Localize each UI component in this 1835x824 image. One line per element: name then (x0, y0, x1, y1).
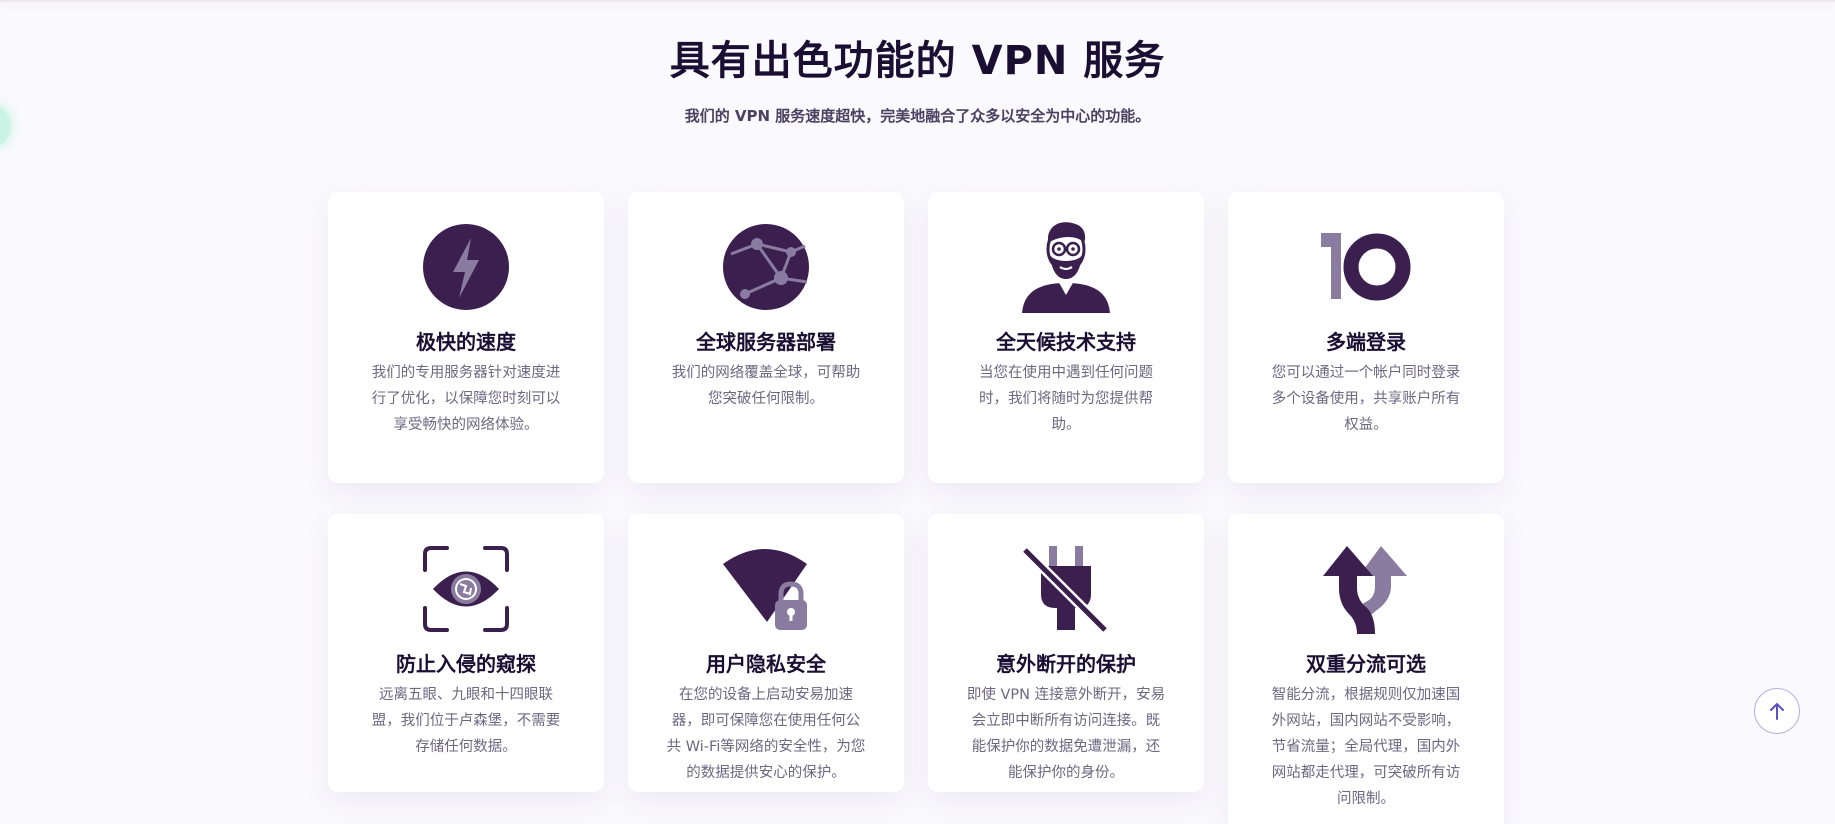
feature-desc: 智能分流，根据规则仅加速国外网站，国内网站不受影响，节省流量；全局代理，国内外网… (1271, 687, 1461, 807)
feature-desc: 我们的网络覆盖全球，可帮助您突破任何限制。 (671, 365, 861, 407)
feature-desc: 您可以通过一个帐户同时登录多个设备使用，共享账户所有权益。 (1271, 365, 1461, 433)
feature-desc: 我们的专用服务器针对速度进行了优化，以保障您时刻可以享受畅快的网络体验。 (371, 365, 561, 433)
feature-card-killswitch: 意外断开的保护 即使 VPN 连接意外断开，安易会立即中断所有访问连接。既能保护… (928, 514, 1204, 792)
feature-title: 全天候技术支持 (996, 330, 1136, 354)
feature-title: 极快的速度 (416, 330, 516, 354)
feature-desc: 当您在使用中遇到任何问题时，我们将随时为您提供帮助。 (979, 365, 1153, 433)
feature-card-privacy: 用户隐私安全 在您的设备上启动安易加速器，即可保障您在使用任何公共 Wi-Fi等… (628, 514, 904, 792)
feature-card-split-tunnel: 双重分流可选 智能分流，根据规则仅加速国外网站，国内网站不受影响，节省流量；全局… (1228, 514, 1504, 824)
feature-card-multi-device: 多端登录 您可以通过一个帐户同时登录多个设备使用，共享账户所有权益。 (1228, 192, 1504, 483)
header-bar (0, 0, 1835, 2)
feature-title: 意外断开的保护 (996, 652, 1136, 676)
feature-title: 防止入侵的窥探 (396, 652, 536, 676)
globe-network-icon (716, 222, 816, 312)
feature-card-speed: 极快的速度 我们的专用服务器针对速度进行了优化，以保障您时刻可以享受畅快的网络体… (328, 192, 604, 483)
feature-card-support: 全天候技术支持 当您在使用中遇到任何问题时，我们将随时为您提供帮助。 (928, 192, 1204, 483)
feature-title: 双重分流可选 (1306, 652, 1426, 676)
feature-title: 多端登录 (1326, 330, 1406, 354)
split-arrows-icon (1316, 544, 1416, 634)
eye-scan-icon (416, 544, 516, 634)
scroll-to-top-button[interactable] (1754, 688, 1800, 734)
ten-devices-icon (1316, 222, 1416, 312)
feature-card-global: 全球服务器部署 我们的网络覆盖全球，可帮助您突破任何限制。 (628, 192, 904, 483)
feature-title: 用户隐私安全 (706, 652, 826, 676)
section-subtitle: 我们的 VPN 服务速度超快，完美地融合了众多以安全为中心的功能。 (684, 107, 1151, 125)
feature-desc: 即使 VPN 连接意外断开，安易会立即中断所有访问连接。既能保护你的数据免遭泄漏… (966, 687, 1166, 781)
arrow-up-icon (1770, 703, 1784, 720)
unplug-icon (1016, 544, 1116, 634)
feature-desc: 远离五眼、九眼和十四眼联盟，我们位于卢森堡，不需要存储任何数据。 (371, 687, 561, 755)
feature-title: 全球服务器部署 (696, 330, 836, 354)
lightning-icon (416, 222, 516, 312)
section-title: 具有出色功能的 VPN 服务 (669, 38, 1166, 84)
feature-card-anti-snoop: 防止入侵的窥探 远离五眼、九眼和十四眼联盟，我们位于卢森堡，不需要存储任何数据。 (328, 514, 604, 792)
wifi-lock-icon (716, 544, 816, 634)
support-person-icon (1016, 222, 1116, 313)
feature-desc: 在您的设备上启动安易加速器，即可保障您在使用任何公共 Wi-Fi等网络的安全性，… (666, 687, 866, 781)
